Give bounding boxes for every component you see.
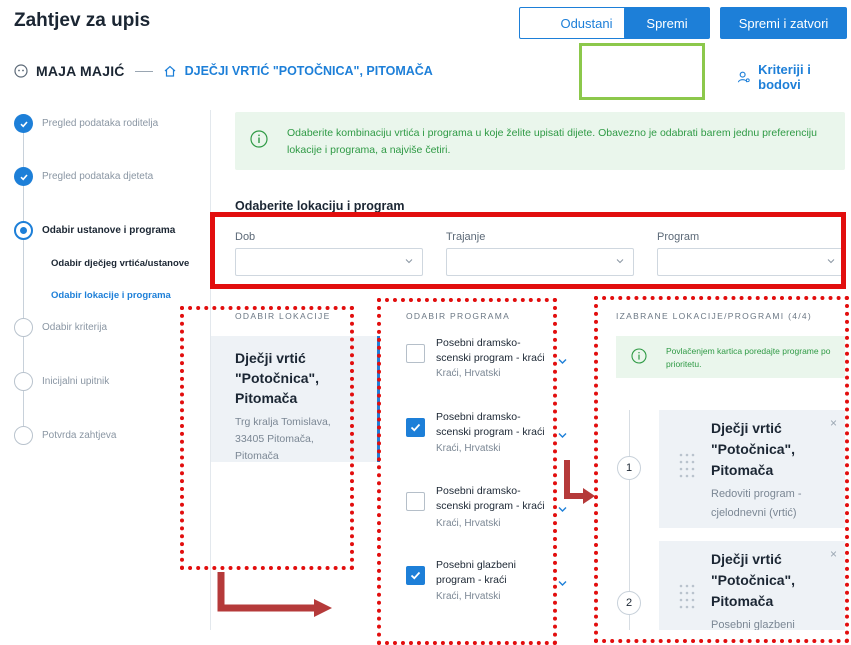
- chevron-down-icon: [558, 507, 567, 512]
- criteria-link[interactable]: Kriteriji i bodovi: [737, 62, 851, 92]
- chevron-down-icon: [558, 433, 567, 438]
- pending-step-icon: [14, 372, 33, 391]
- check-icon: [14, 167, 33, 186]
- user-name: MAJA MAJIĆ: [36, 63, 125, 79]
- step-label: Pregled podataka djeteta: [42, 171, 154, 182]
- stepper-line: [23, 132, 24, 168]
- step-label: Odabir ustanove i programa: [42, 225, 176, 236]
- chevron-down-icon: [558, 581, 567, 586]
- section-title: Odaberite lokaciju i program: [235, 199, 405, 213]
- save-button[interactable]: Spremi: [624, 7, 710, 39]
- step-questionnaire[interactable]: Inicijalni upitnik: [14, 372, 109, 391]
- breadcrumb: MAJA MAJIĆ DJEČJI VRTIĆ "POTOČNICA", PIT…: [14, 60, 433, 82]
- stepper-line: [23, 336, 24, 372]
- pending-step-icon: [14, 318, 33, 337]
- annotation-dotted-box-locations: [180, 306, 354, 570]
- pending-step-icon: [14, 426, 33, 445]
- user-icon: [14, 64, 28, 78]
- step-child-data[interactable]: Pregled podataka djeteta: [14, 167, 153, 186]
- annotation-green-box: [579, 43, 705, 100]
- step-label: Pregled podataka roditelja: [42, 118, 159, 129]
- step-criteria[interactable]: Odabir kriterija: [14, 318, 107, 337]
- breadcrumb-separator: [134, 70, 153, 72]
- step-institution-program[interactable]: Odabir ustanove i programa: [14, 221, 175, 240]
- criteria-link-label: Kriteriji i bodovi: [758, 62, 811, 92]
- arrow-icon: [564, 460, 595, 504]
- arrow-icon: [217, 572, 332, 617]
- annotation-dotted-box-programs: [377, 298, 557, 645]
- stepper-line: [23, 185, 24, 221]
- check-icon: [14, 114, 33, 133]
- chevron-down-icon: [558, 359, 567, 364]
- stepper-line: [23, 389, 24, 426]
- active-step-icon: [14, 221, 33, 240]
- info-icon: [250, 130, 268, 148]
- substep-kindergarten[interactable]: Odabir dječjeg vrtića/ustanove: [51, 258, 189, 269]
- stepper-line: [23, 240, 24, 318]
- step-label: Odabir kriterija: [42, 322, 108, 333]
- info-alert: Odaberite kombinaciju vrtića i programa …: [235, 112, 845, 170]
- step-confirmation[interactable]: Potvrda zahtjeva: [14, 426, 117, 445]
- substep-location-program[interactable]: Odabir lokacije i programa: [51, 290, 171, 301]
- kindergarten-link[interactable]: DJEČJI VRTIĆ "POTOČNICA", PITOMAČA: [185, 64, 433, 78]
- annotation-dotted-box-selected: [594, 296, 849, 643]
- step-label: Inicijalni upitnik: [42, 376, 110, 387]
- home-icon: [164, 65, 176, 77]
- step-label: Potvrda zahtjeva: [42, 430, 117, 441]
- person-settings-icon: [737, 71, 750, 83]
- step-parent-data[interactable]: Pregled podataka roditelja: [14, 114, 158, 133]
- page-title: Zahtjev za upis: [14, 10, 151, 31]
- save-and-close-button[interactable]: Spremi i zatvori: [720, 7, 847, 39]
- info-text: Odaberite kombinaciju vrtića i programa …: [287, 127, 817, 156]
- annotation-red-box: [210, 212, 846, 289]
